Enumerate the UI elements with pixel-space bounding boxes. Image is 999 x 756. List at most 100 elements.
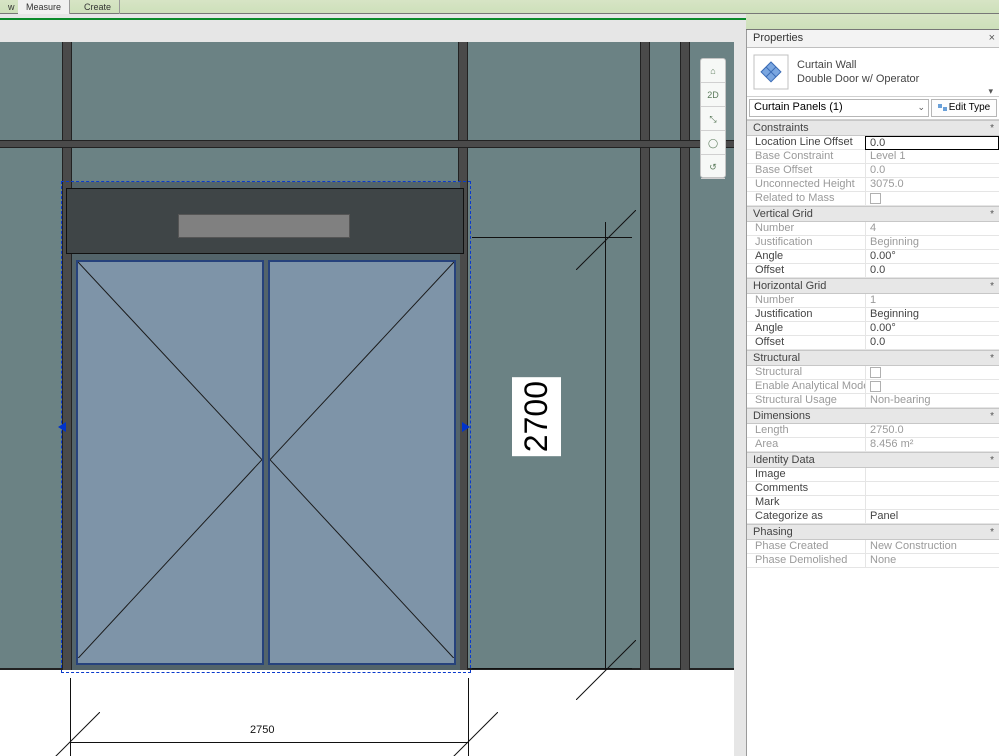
group-header[interactable]: Phasing*	[747, 524, 999, 540]
property-row[interactable]: JustificationBeginning	[747, 308, 999, 322]
expand-icon[interactable]: *	[990, 353, 994, 364]
property-label: Phase Created	[747, 540, 865, 553]
group-header[interactable]: Dimensions*	[747, 408, 999, 424]
nav-pan-icon[interactable]: ⤡	[701, 107, 725, 131]
door-swing-lines	[78, 262, 262, 658]
property-value	[865, 192, 999, 205]
property-label: Offset	[747, 264, 865, 277]
property-label: Number	[747, 222, 865, 235]
chevron-down-icon: ⌄	[917, 102, 925, 113]
dim-vert-value[interactable]: 2700	[512, 377, 561, 456]
property-value[interactable]	[865, 468, 999, 481]
property-label: Related to Mass	[747, 192, 865, 205]
expand-icon[interactable]: *	[990, 209, 994, 220]
property-value: None	[865, 554, 999, 567]
property-value: 1	[865, 294, 999, 307]
property-row[interactable]: Categorize asPanel	[747, 510, 999, 524]
property-row[interactable]: Offset0.0	[747, 264, 999, 278]
ribbon-tab[interactable]: Create	[76, 0, 120, 14]
property-label: Enable Analytical Model	[747, 380, 865, 393]
property-row: JustificationBeginning	[747, 236, 999, 250]
property-row: Base Offset0.0	[747, 164, 999, 178]
expand-icon[interactable]: *	[990, 281, 994, 292]
ribbon-tab[interactable]: Measure	[18, 0, 70, 14]
property-row[interactable]: Angle0.00°	[747, 322, 999, 336]
type-labels: Curtain Wall Double Door w/ Operator	[797, 58, 919, 86]
property-value: 0.0	[865, 164, 999, 177]
property-label: Angle	[747, 250, 865, 263]
property-value: Level 1	[865, 150, 999, 163]
expand-icon[interactable]: *	[990, 411, 994, 422]
property-value[interactable]: 0.0	[865, 136, 999, 150]
property-value: 3075.0	[865, 178, 999, 191]
checkbox	[870, 193, 881, 204]
expand-icon[interactable]: *	[990, 123, 994, 134]
property-label: Base Offset	[747, 164, 865, 177]
edit-type-label: Edit Type	[949, 102, 991, 113]
dim-h-value[interactable]: 2750	[250, 724, 274, 736]
property-row[interactable]: Angle0.00°	[747, 250, 999, 264]
dim-h-line	[70, 742, 468, 743]
canvas[interactable]: ‒ ▭ ×	[0, 14, 746, 756]
property-row: Unconnected Height3075.0	[747, 178, 999, 192]
property-label: Area	[747, 438, 865, 451]
close-icon[interactable]: ×	[989, 32, 995, 44]
property-label: Angle	[747, 322, 865, 335]
property-value	[865, 380, 999, 393]
property-label: Justification	[747, 236, 865, 249]
edit-type-icon	[938, 102, 948, 112]
type-selector[interactable]: Curtain Wall Double Door w/ Operator ▾	[747, 48, 999, 97]
property-value[interactable]: 0.00°	[865, 322, 999, 335]
property-row[interactable]: Mark	[747, 496, 999, 510]
group-header[interactable]: Vertical Grid*	[747, 206, 999, 222]
chevron-down-icon[interactable]: ▾	[988, 86, 993, 97]
type-name: Double Door w/ Operator	[797, 72, 919, 86]
property-value[interactable]: 0.00°	[865, 250, 999, 263]
property-value[interactable]: 0.0	[865, 264, 999, 277]
property-label: Structural	[747, 366, 865, 379]
property-label: Comments	[747, 482, 865, 495]
door-leaf-right[interactable]	[268, 260, 456, 665]
nav-orbit-icon[interactable]: ◯	[701, 131, 725, 155]
panel-title-bar[interactable]: Properties ×	[747, 30, 999, 48]
ribbon: w Measure Create	[0, 0, 999, 14]
property-value[interactable]	[865, 482, 999, 495]
app-root: w Measure Create ‒ ▭ ×	[0, 0, 999, 756]
group-header[interactable]: Identity Data*	[747, 452, 999, 468]
nav-home-icon[interactable]: ⌂	[701, 59, 725, 83]
viewport[interactable]: 2700 2750	[0, 42, 734, 756]
property-row: Structural	[747, 366, 999, 380]
property-row[interactable]: Image	[747, 468, 999, 482]
property-row[interactable]: Comments	[747, 482, 999, 496]
flip-arrow-right-icon[interactable]	[462, 422, 470, 432]
door-leaf-left[interactable]	[76, 260, 264, 665]
expand-icon[interactable]: *	[990, 527, 994, 538]
dim-tick-icon	[576, 640, 636, 700]
property-value[interactable]: Panel	[865, 510, 999, 523]
edit-type-button[interactable]: Edit Type	[931, 99, 997, 117]
panel-title: Properties	[753, 32, 803, 44]
property-value: New Construction	[865, 540, 999, 553]
dim-tick-icon	[40, 712, 100, 756]
flip-arrow-left-icon[interactable]	[58, 422, 66, 432]
group-header[interactable]: Horizontal Grid*	[747, 278, 999, 294]
ribbon-right-strip	[746, 14, 999, 30]
group-header[interactable]: Constraints*	[747, 120, 999, 136]
property-row[interactable]: Location Line Offset0.0	[747, 136, 999, 150]
property-value[interactable]: Beginning	[865, 308, 999, 321]
door-swing-lines	[270, 262, 454, 658]
expand-icon[interactable]: *	[990, 455, 994, 466]
dim-witness	[472, 668, 632, 669]
type-family: Curtain Wall	[797, 58, 919, 72]
property-row: Structural UsageNon-bearing	[747, 394, 999, 408]
property-value[interactable]	[865, 496, 999, 509]
nav-2d-icon[interactable]: 2D	[701, 83, 725, 107]
nav-refresh-icon[interactable]: ↺	[701, 155, 725, 179]
property-label: Length	[747, 424, 865, 437]
property-value[interactable]: 0.0	[865, 336, 999, 349]
property-label: Number	[747, 294, 865, 307]
group-header[interactable]: Structural*	[747, 350, 999, 366]
category-filter[interactable]: Curtain Panels (1) ⌄	[749, 99, 929, 117]
property-label: Location Line Offset	[747, 136, 865, 149]
property-row[interactable]: Offset0.0	[747, 336, 999, 350]
